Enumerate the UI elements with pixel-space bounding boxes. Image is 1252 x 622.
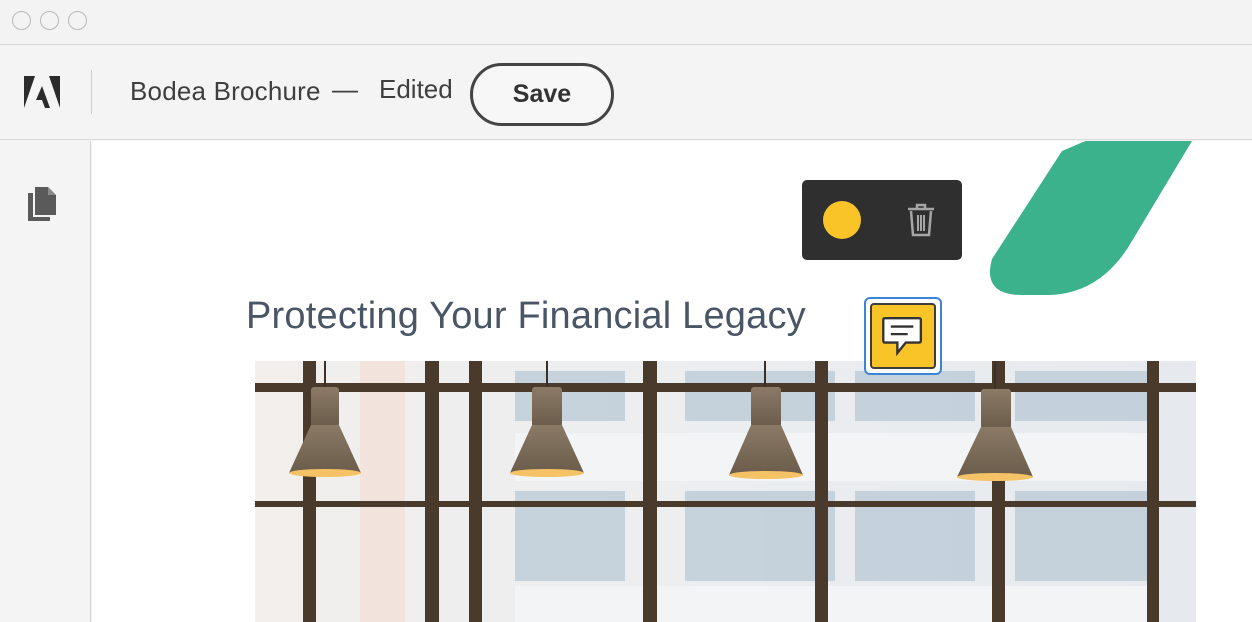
annotation-popover	[802, 180, 962, 260]
window-zoom-button[interactable]	[68, 11, 87, 30]
adobe-logo-icon	[24, 76, 60, 108]
window-minimize-button[interactable]	[40, 11, 59, 30]
highlight-color-swatch[interactable]	[823, 201, 861, 239]
decorative-green-shape	[990, 141, 1192, 295]
toolbar: Bodea Brochure — Edited Save	[0, 46, 1252, 140]
edit-status: Edited	[379, 74, 453, 104]
pages-icon[interactable]	[26, 185, 58, 223]
comment-marker[interactable]	[864, 297, 942, 375]
title-bar	[0, 0, 1252, 45]
save-button[interactable]: Save	[470, 63, 614, 126]
document-canvas: Protecting Your Financial Legacy	[92, 141, 1252, 622]
app-window: Bodea Brochure — Edited Save Protecting …	[0, 0, 1252, 622]
title-separator: —	[332, 74, 358, 104]
toolbar-divider	[91, 70, 92, 114]
comment-icon	[882, 316, 923, 357]
window-close-button[interactable]	[12, 11, 31, 30]
office-lamps-photo	[255, 361, 1196, 622]
sidebar	[0, 141, 91, 622]
document-title: Bodea Brochure	[130, 76, 321, 106]
document-heading: Protecting Your Financial Legacy	[246, 295, 806, 337]
trash-icon[interactable]	[904, 202, 938, 238]
comment-marker-fill	[870, 303, 936, 369]
